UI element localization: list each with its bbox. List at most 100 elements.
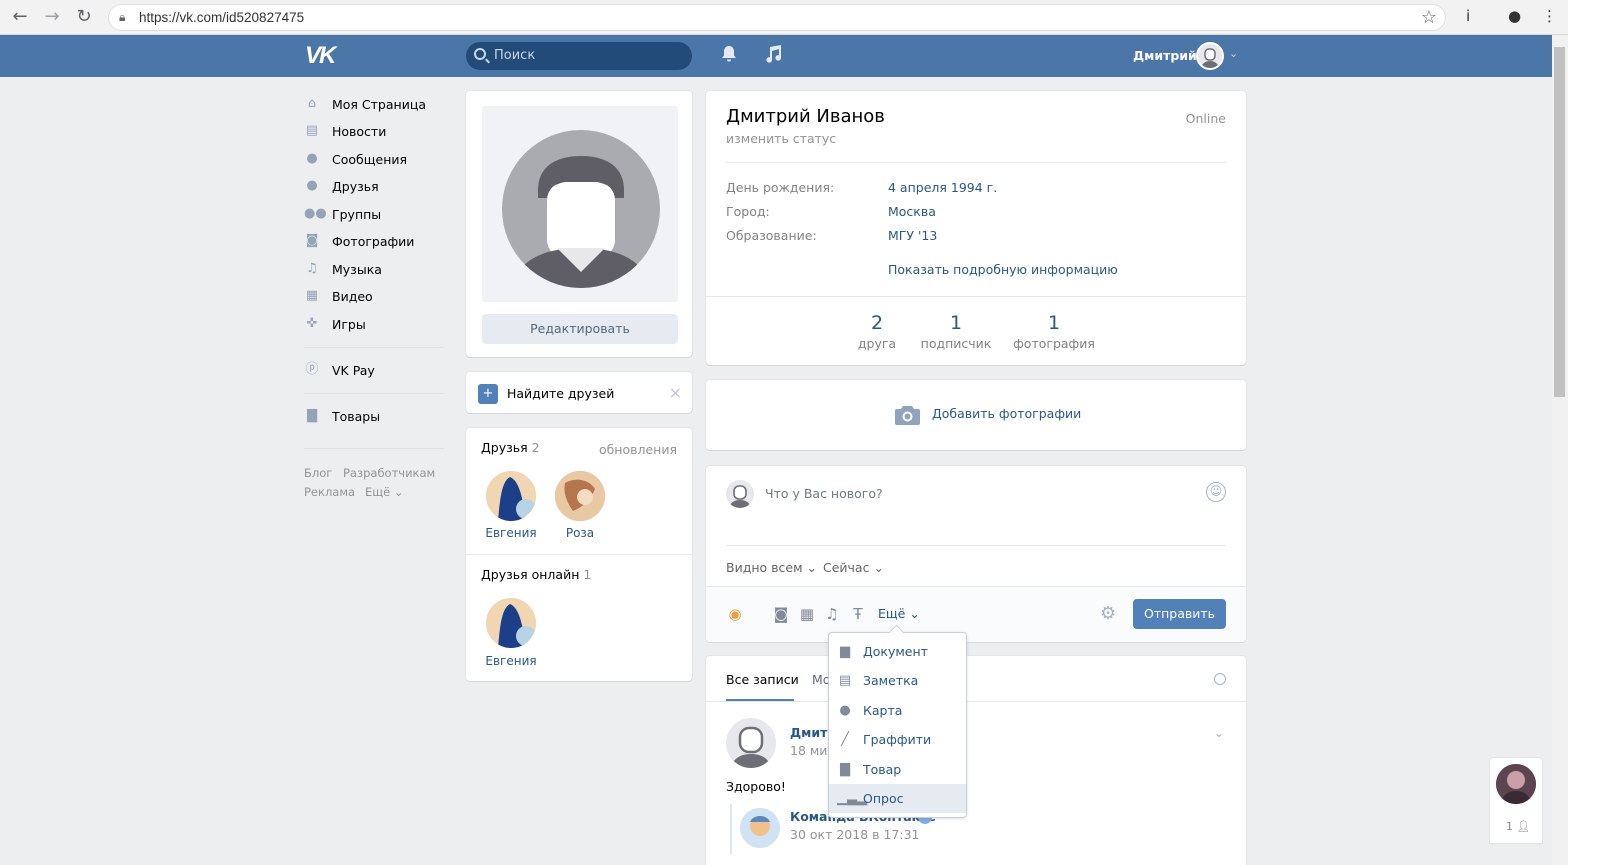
- visibility-label: Видно всем: [726, 560, 803, 575]
- menu-item-map[interactable]: ● Карта: [829, 696, 966, 725]
- user-icon: 👤︎: [1516, 820, 1531, 833]
- menu-item-label: Товар: [863, 762, 902, 777]
- profile-icon[interactable]: ●: [1508, 7, 1521, 25]
- sidebar-item-label: Моя Страница: [332, 96, 426, 112]
- menu-item-note[interactable]: ▤ Заметка: [829, 666, 966, 695]
- menu-divider: [304, 347, 444, 348]
- chevron-down-icon[interactable]: ⌄: [1214, 726, 1224, 740]
- friend-name[interactable]: Евгения: [481, 654, 541, 668]
- info-value-education[interactable]: МГУ '13: [888, 228, 937, 243]
- browser-edge: [1568, 0, 1600, 865]
- counter-num: 1: [1047, 312, 1061, 334]
- info-value-city[interactable]: Москва: [888, 204, 936, 219]
- header-username[interactable]: Дмитрий: [1133, 48, 1197, 63]
- footer-link-more[interactable]: Ещё ⌄: [365, 485, 403, 499]
- chevron-down-icon[interactable]: ⌄: [1229, 47, 1238, 60]
- footer-link-blog[interactable]: Блог: [304, 466, 332, 480]
- menu-item-document[interactable]: ▆ Документ: [829, 637, 966, 666]
- search-input[interactable]: Поиск: [466, 42, 692, 70]
- close-icon[interactable]: ×: [669, 383, 682, 402]
- text-format-icon[interactable]: Ŧ: [849, 605, 867, 623]
- change-status-link[interactable]: изменить статус: [726, 131, 836, 146]
- vk-logo[interactable]: VK: [305, 42, 336, 70]
- composer-avatar: [726, 480, 754, 508]
- friends-updates-link[interactable]: обновления: [599, 442, 677, 457]
- post-author-avatar[interactable]: [726, 718, 776, 768]
- info-icon[interactable]: i: [1466, 7, 1470, 25]
- chat-avatar[interactable]: [1496, 764, 1536, 804]
- sidebar-item-video[interactable]: ▦ Видео: [304, 286, 373, 306]
- music-icon[interactable]: ♫: [823, 605, 841, 623]
- menu-item-goods[interactable]: ▇ Товар: [829, 755, 966, 784]
- friend-name[interactable]: Роза: [550, 526, 610, 540]
- back-arrow-icon[interactable]: ←: [8, 6, 32, 28]
- add-photos-card[interactable]: Добавить фотографии: [706, 380, 1246, 450]
- sidebar-item-my-page[interactable]: ⌂ Моя Страница: [304, 94, 426, 114]
- counter-num: 2: [870, 312, 884, 334]
- friends-online-title-text: Друзья онлайн: [481, 567, 580, 582]
- profile-photo[interactable]: [482, 106, 678, 302]
- menu-item-graffiti[interactable]: ╱ Граффити: [829, 725, 966, 754]
- edit-profile-button[interactable]: Редактировать: [482, 314, 678, 344]
- friend-avatar-roza[interactable]: [555, 471, 605, 521]
- bell-icon[interactable]: [721, 45, 737, 68]
- sidebar-item-news[interactable]: ▤ Новости: [304, 121, 387, 141]
- sidebar-item-music[interactable]: ♫ Музыка: [304, 259, 382, 279]
- sidebar-item-groups[interactable]: ●● Группы: [304, 204, 381, 224]
- more-attachments-button[interactable]: Ещё ⌄: [878, 606, 920, 621]
- menu-item-label: Заметка: [863, 673, 919, 688]
- tab-all-posts[interactable]: Все записи: [726, 672, 799, 687]
- map-pin-icon: ●: [839, 703, 851, 718]
- emoji-icon[interactable]: ☺: [1206, 482, 1226, 502]
- counter-followers[interactable]: 1 подписчик: [920, 312, 992, 351]
- counter-photos[interactable]: 1 фотография: [1010, 312, 1098, 351]
- repost-avatar[interactable]: [740, 808, 780, 848]
- sidebar-item-games[interactable]: ✜ Игры: [304, 314, 366, 334]
- page-scrollbar[interactable]: [1552, 35, 1568, 865]
- friend-avatar-evgenia[interactable]: [486, 471, 536, 521]
- header-avatar[interactable]: [1196, 42, 1224, 70]
- scroll-thumb[interactable]: [1554, 47, 1565, 397]
- footer-link-ads[interactable]: Реклама: [304, 485, 355, 499]
- author-avatar-icon[interactable]: ◉: [726, 605, 744, 623]
- find-friends-card[interactable]: + Найдите друзей ×: [466, 372, 692, 413]
- post-input[interactable]: Что у Вас нового?: [765, 486, 883, 501]
- time-select[interactable]: Сейчас ⌄: [823, 560, 884, 575]
- more-label: Ещё: [878, 606, 906, 621]
- friends-icon: ●: [306, 178, 318, 193]
- chat-widget[interactable]: 1 👤︎: [1490, 758, 1542, 843]
- counter-friends[interactable]: 2 друга: [852, 312, 902, 351]
- chat-count: 1 👤︎: [1506, 820, 1530, 833]
- sidebar-item-photos[interactable]: ◙ Фотографии: [304, 231, 415, 251]
- bookmark-star-icon[interactable]: ☆: [1421, 7, 1437, 28]
- counter-label: друга: [857, 336, 897, 351]
- video-icon[interactable]: ▦: [798, 605, 816, 623]
- camera-icon[interactable]: ◙: [772, 605, 790, 623]
- menu-item-poll[interactable]: ▁▃▂ Опрос: [829, 784, 966, 813]
- menu-item-label: Опрос: [863, 791, 904, 806]
- visibility-select[interactable]: Видно всем ⌄: [726, 560, 817, 575]
- browser-menu-icon[interactable]: ⋮: [1542, 7, 1557, 25]
- friends-online-title[interactable]: Друзья онлайн 1: [481, 567, 591, 582]
- repost-time[interactable]: 30 окт 2018 в 17:31: [790, 827, 919, 842]
- send-button[interactable]: Отправить: [1133, 599, 1226, 629]
- show-details-link[interactable]: Показать подробную информацию: [888, 262, 1118, 277]
- address-bar[interactable]: 🔒︎ https://vk.com/id520827475 ☆: [108, 4, 1446, 31]
- info-value-birthday[interactable]: 4 апреля 1994 г.: [888, 180, 997, 195]
- forward-arrow-icon[interactable]: →: [40, 6, 64, 28]
- sidebar-item-label: Музыка: [332, 261, 382, 277]
- reload-icon[interactable]: ↻: [72, 6, 96, 28]
- search-icon[interactable]: [1214, 673, 1226, 685]
- footer-link-developers[interactable]: Разработчикам: [343, 466, 435, 480]
- sidebar-item-goods[interactable]: ▇ Товары: [304, 406, 380, 426]
- sidebar-item-friends[interactable]: ● Друзья: [304, 176, 378, 196]
- sidebar-item-messages[interactable]: ● Сообщения: [304, 149, 407, 169]
- profile-name: Дмитрий Иванов: [726, 106, 885, 127]
- sidebar-item-vkpay[interactable]: ⓟ VK Pay: [304, 360, 374, 380]
- music-note-icon[interactable]: [765, 45, 781, 68]
- friends-title[interactable]: Друзья 2: [481, 440, 540, 455]
- friend-online-avatar-evgenia[interactable]: [486, 598, 536, 648]
- gear-icon[interactable]: ⚙: [1100, 603, 1116, 624]
- friend-name[interactable]: Евгения: [481, 526, 541, 540]
- post-composer-card: Что у Вас нового? ☺ Видно всем ⌄ Сейчас …: [706, 466, 1246, 642]
